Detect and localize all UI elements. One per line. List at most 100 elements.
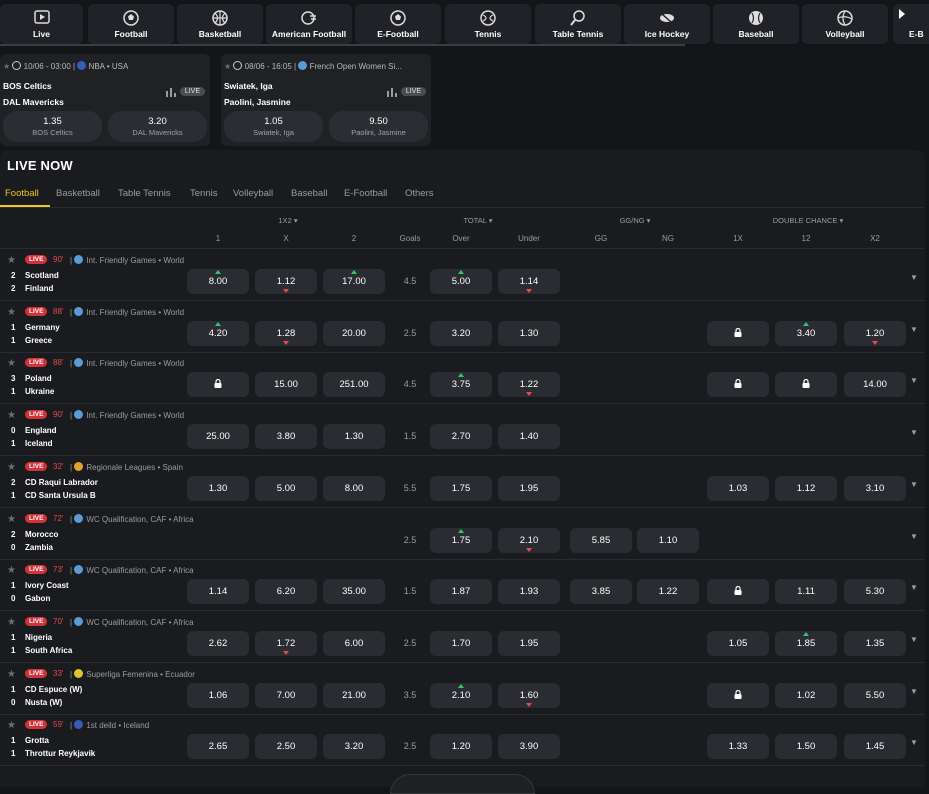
odds-button[interactable]: 3.20 DAL Mavericks [108,111,207,142]
odds-button-ox[interactable]: 15.00 [255,372,317,398]
odds-button-under[interactable]: 1.95 [498,475,560,501]
odds-button-gg[interactable]: 5.85 [570,527,632,553]
odds-button-o1[interactable]: 2.65 [187,734,249,760]
match-row[interactable]: ★ LIVE 32' | Regionale Leagues • Spain 2 1 CD … [0,456,925,508]
odds-button-d12[interactable]: 1.11 [775,579,837,605]
odds-button-d12[interactable] [775,372,837,398]
odds-button-d12[interactable]: 1.12 [775,475,837,501]
odds-button-d12[interactable]: 1.02 [775,682,837,708]
odds-button-d1x[interactable] [707,682,769,708]
star-icon[interactable]: ★ [7,669,16,680]
match-row[interactable]: ★ LIVE 88' | Int. Friendly Games • World 1 1 G… [0,301,925,353]
chevron-down-icon[interactable]: ▼ [910,376,918,385]
sport-tab-basketball[interactable]: Basketball [177,4,263,44]
chevron-down-icon[interactable]: ▼ [910,428,918,437]
odds-button-under[interactable]: 1.95 [498,630,560,656]
group-header-ggng[interactable]: GG/NG ▾ [585,216,685,225]
odds-button-under[interactable]: 1.30 [498,320,560,346]
star-icon[interactable]: ★ [7,462,16,473]
odds-button-under[interactable]: 1.60 [498,682,560,708]
odds-button-d1x[interactable] [707,372,769,398]
tab-volleyball[interactable]: Volleyball [233,188,273,199]
odds-button-ox[interactable]: 1.12 [255,269,317,294]
odds-button-dx2[interactable]: 5.50 [844,682,906,708]
odds-button-over[interactable]: 1.87 [430,579,492,605]
scroll-handle[interactable] [390,774,535,794]
odds-button-d1x[interactable] [707,579,769,605]
odds-button-under[interactable]: 1.22 [498,372,560,398]
odds-button-over[interactable]: 2.70 [430,424,492,450]
odds-button[interactable]: 9.50 Paolini, Jasmine [329,111,428,142]
chevron-right-icon[interactable] [899,9,905,19]
odds-button-o2[interactable]: 17.00 [323,269,385,294]
odds-button-o1[interactable]: 25.00 [187,424,249,450]
odds-button-o1[interactable]: 8.00 [187,269,249,294]
star-icon[interactable]: ★ [7,720,16,731]
match-row[interactable]: ★ LIVE 73' | WC Qualification, CAF • Africa… [0,559,925,612]
odds-button-over[interactable]: 5.00 [430,269,492,294]
stats-icon[interactable] [387,88,397,97]
tab-football[interactable]: Football [5,188,39,199]
odds-button-ox[interactable]: 7.00 [255,682,317,708]
featured-card-2[interactable]: ★ 08/06 - 16:05 | French Open Women Si..… [221,54,431,146]
star-icon[interactable]: ★ [7,358,16,369]
sport-tab-e-b[interactable]: E-B [893,4,929,44]
star-icon[interactable]: ★ [3,62,10,71]
odds-button-under[interactable]: 1.40 [498,424,560,450]
star-icon[interactable]: ★ [7,307,16,318]
chevron-down-icon[interactable]: ▼ [910,583,918,592]
match-row[interactable]: ★ LIVE 70' | WC Qualification, CAF • Africa… [0,611,925,663]
odds-button-dx2[interactable]: 14.00 [844,372,906,398]
odds-button-dx2[interactable]: 1.20 [844,320,906,346]
group-header-double-chance[interactable]: DOUBLE CHANCE ▾ [758,216,858,225]
odds-button-under[interactable]: 2.10 [498,527,560,553]
tab-others[interactable]: Others [405,188,434,199]
odds-button-over[interactable]: 3.75 [430,372,492,398]
featured-card-1[interactable]: ★ 10/06 - 03:00 | NBA • USA BOS Celtics … [0,54,210,146]
odds-button-d12[interactable]: 3.40 [775,320,837,346]
chevron-down-icon[interactable]: ▼ [910,480,918,489]
odds-button-over[interactable]: 3.20 [430,320,492,346]
odds-button[interactable]: 1.05 Swiatek, Iga [224,111,323,142]
odds-button-o2[interactable]: 251.00 [323,372,385,398]
odds-button-d1x[interactable]: 1.03 [707,475,769,501]
stats-icon[interactable] [166,88,176,97]
star-icon[interactable]: ★ [224,62,231,71]
odds-button-dx2[interactable]: 1.35 [844,630,906,656]
tab-table-tennis[interactable]: Table Tennis [118,188,171,199]
chevron-down-icon[interactable]: ▼ [910,687,918,696]
sport-tab-ice-hockey[interactable]: Ice Hockey [624,4,710,44]
chevron-down-icon[interactable]: ▼ [910,635,918,644]
odds-button-ox[interactable]: 1.72 [255,630,317,656]
odds-button-o1[interactable]: 1.30 [187,475,249,501]
odds-button-under[interactable]: 1.93 [498,579,560,605]
tab-baseball[interactable]: Baseball [291,188,327,199]
odds-button-over[interactable]: 1.75 [430,527,492,553]
star-icon[interactable]: ★ [7,565,16,576]
odds-button-ox[interactable]: 2.50 [255,734,317,760]
odds-button-ox[interactable]: 6.20 [255,579,317,605]
odds-button-o2[interactable]: 20.00 [323,320,385,346]
odds-button-d1x[interactable]: 1.33 [707,734,769,760]
match-row[interactable]: ★ LIVE 88' | Int. Friendly Games • World 3 1 P… [0,352,925,405]
odds-button-d12[interactable]: 1.50 [775,734,837,760]
match-row[interactable]: ★ LIVE 72' | WC Qualification, CAF • Africa… [0,508,925,560]
group-header-1x2[interactable]: 1X2 ▾ [238,216,338,225]
odds-button-o1[interactable]: 4.20 [187,320,249,346]
odds-button[interactable]: 1.35 BOS Celtics [3,111,102,142]
odds-button-o2[interactable]: 1.30 [323,424,385,450]
odds-button-dx2[interactable]: 3.10 [844,475,906,501]
star-icon[interactable]: ★ [7,410,16,421]
tab-tennis[interactable]: Tennis [190,188,217,199]
odds-button-ox[interactable]: 3.80 [255,424,317,450]
sport-tab-e-football[interactable]: E-Football [355,4,441,44]
sport-tab-tennis[interactable]: Tennis [445,4,531,44]
odds-button-o1[interactable] [187,372,249,398]
sport-tab-live[interactable]: Live [0,4,83,44]
match-row[interactable]: ★ LIVE 90' | Int. Friendly Games • World 2 2 S… [0,249,925,301]
odds-button-o2[interactable]: 3.20 [323,734,385,760]
odds-button-ng[interactable]: 1.22 [637,579,699,605]
odds-button-under[interactable]: 1.14 [498,269,560,294]
group-header-total[interactable]: TOTAL ▾ [428,216,528,225]
chevron-down-icon[interactable]: ▼ [910,325,918,334]
